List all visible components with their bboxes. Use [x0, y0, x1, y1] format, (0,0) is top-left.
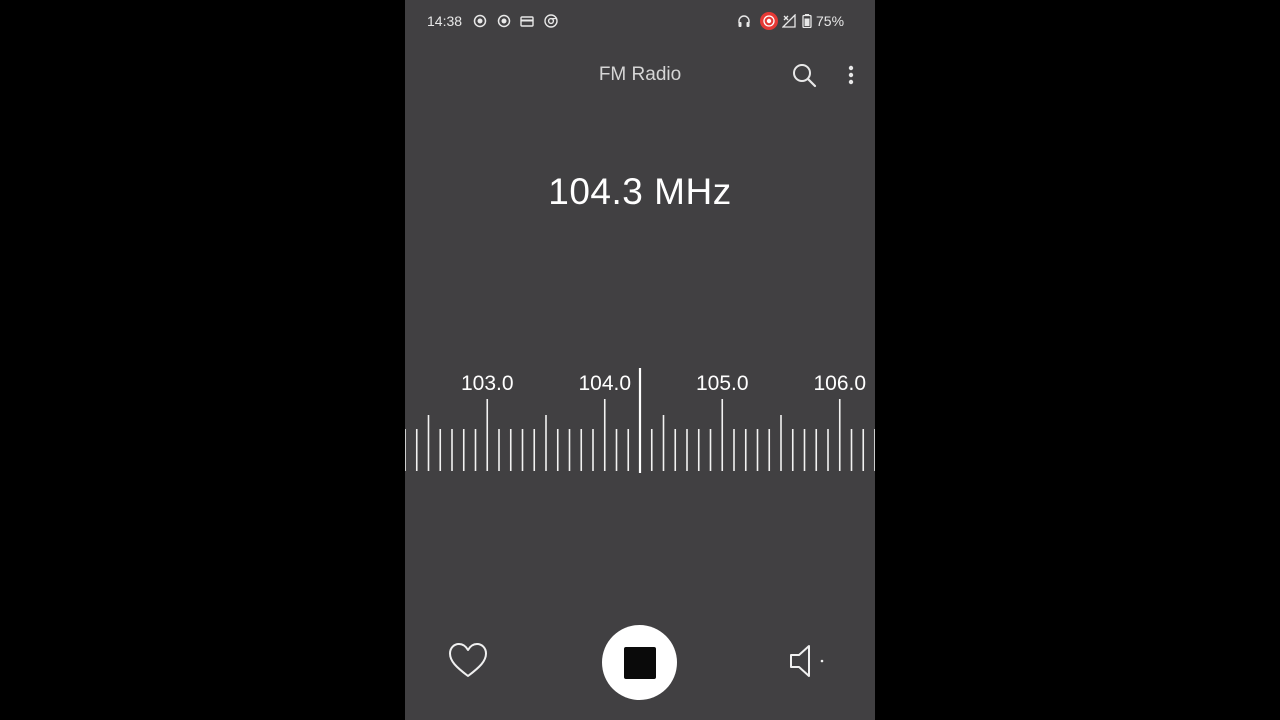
record-icon [497, 14, 511, 28]
dial-label: 106.0 [813, 372, 866, 395]
no-signal-icon [782, 14, 796, 28]
dial-label: 103.0 [461, 372, 514, 395]
tuning-scale: 103.0 104.0 105.0 106.0 [405, 368, 875, 473]
heart-outline-icon [449, 643, 487, 677]
speaker-button[interactable] [788, 642, 828, 680]
headphones-icon [738, 15, 750, 27]
speaker-icon [790, 645, 824, 677]
stop-icon [624, 647, 656, 679]
tuning-dial[interactable]: 103.0 104.0 105.0 106.0 [405, 360, 875, 480]
frequency-display: 104.3 MHz [548, 171, 732, 212]
dial-label: 105.0 [696, 372, 749, 395]
dial-label: 104.0 [578, 372, 631, 395]
search-icon [793, 64, 817, 88]
chrome-icon [544, 14, 558, 28]
status-bar: 14:38 75% [405, 0, 875, 44]
more-options-button[interactable] [841, 62, 861, 88]
stop-button[interactable] [602, 625, 677, 700]
record-icon [473, 14, 487, 28]
search-button[interactable] [791, 62, 817, 88]
favorite-button[interactable] [448, 642, 488, 680]
fm-radio-screen: 14:38 75% FM Radio 104.3 MHz 103.0 104.0… [405, 0, 875, 720]
card-icon [520, 16, 534, 27]
battery-icon [802, 14, 812, 28]
more-vertical-icon [848, 65, 854, 85]
recording-indicator-icon [760, 12, 778, 30]
battery-percentage: 75% [816, 13, 845, 29]
status-time: 14:38 [427, 13, 463, 29]
